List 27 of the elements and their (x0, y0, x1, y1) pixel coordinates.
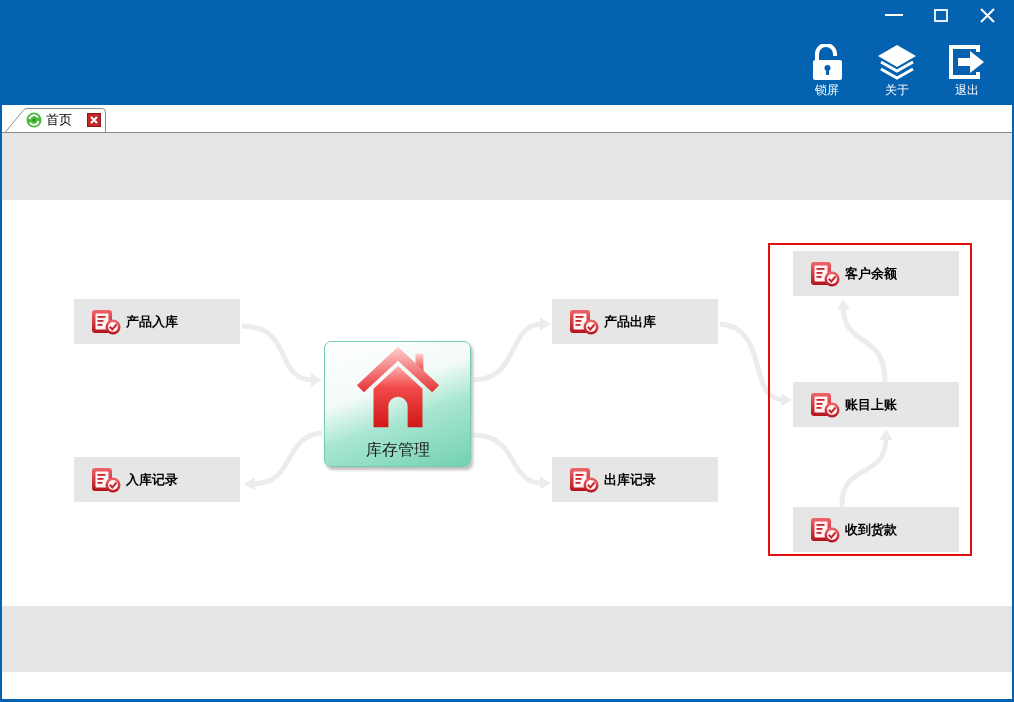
hub-node[interactable]: 库存管理 (324, 341, 471, 467)
close-icon[interactable] (87, 113, 101, 127)
document-check-icon (91, 308, 121, 335)
diagram-node[interactable]: 收到货款 (793, 507, 959, 552)
diagram-node[interactable]: 客户余额 (793, 251, 959, 296)
about-button[interactable]: 关于 (865, 42, 929, 97)
lock-button[interactable]: 锁屏 (795, 42, 859, 97)
close-icon (980, 7, 995, 23)
document-check-icon (569, 466, 599, 493)
padlock-icon (811, 44, 843, 80)
document-check-icon (91, 466, 121, 493)
exit-button[interactable]: 退出 (935, 42, 999, 97)
diagram-node[interactable]: 出库记录 (552, 457, 718, 502)
minimize-icon (884, 14, 903, 16)
exit-icon (948, 44, 986, 80)
diagram-node[interactable]: 入库记录 (74, 457, 240, 502)
layers-icon (877, 44, 917, 80)
tab[interactable]: 首页 (5, 108, 106, 132)
document-check-icon (810, 260, 840, 287)
diagram-node[interactable]: 产品入库 (74, 299, 240, 344)
document-check-icon (810, 516, 840, 543)
maximize-icon (933, 8, 948, 22)
document-check-icon (569, 308, 599, 335)
document-check-icon (810, 391, 840, 418)
diagram-node[interactable]: 账目上账 (793, 382, 959, 427)
circular-arrows-icon (26, 112, 42, 128)
diagram-node[interactable]: 产品出库 (552, 299, 718, 344)
